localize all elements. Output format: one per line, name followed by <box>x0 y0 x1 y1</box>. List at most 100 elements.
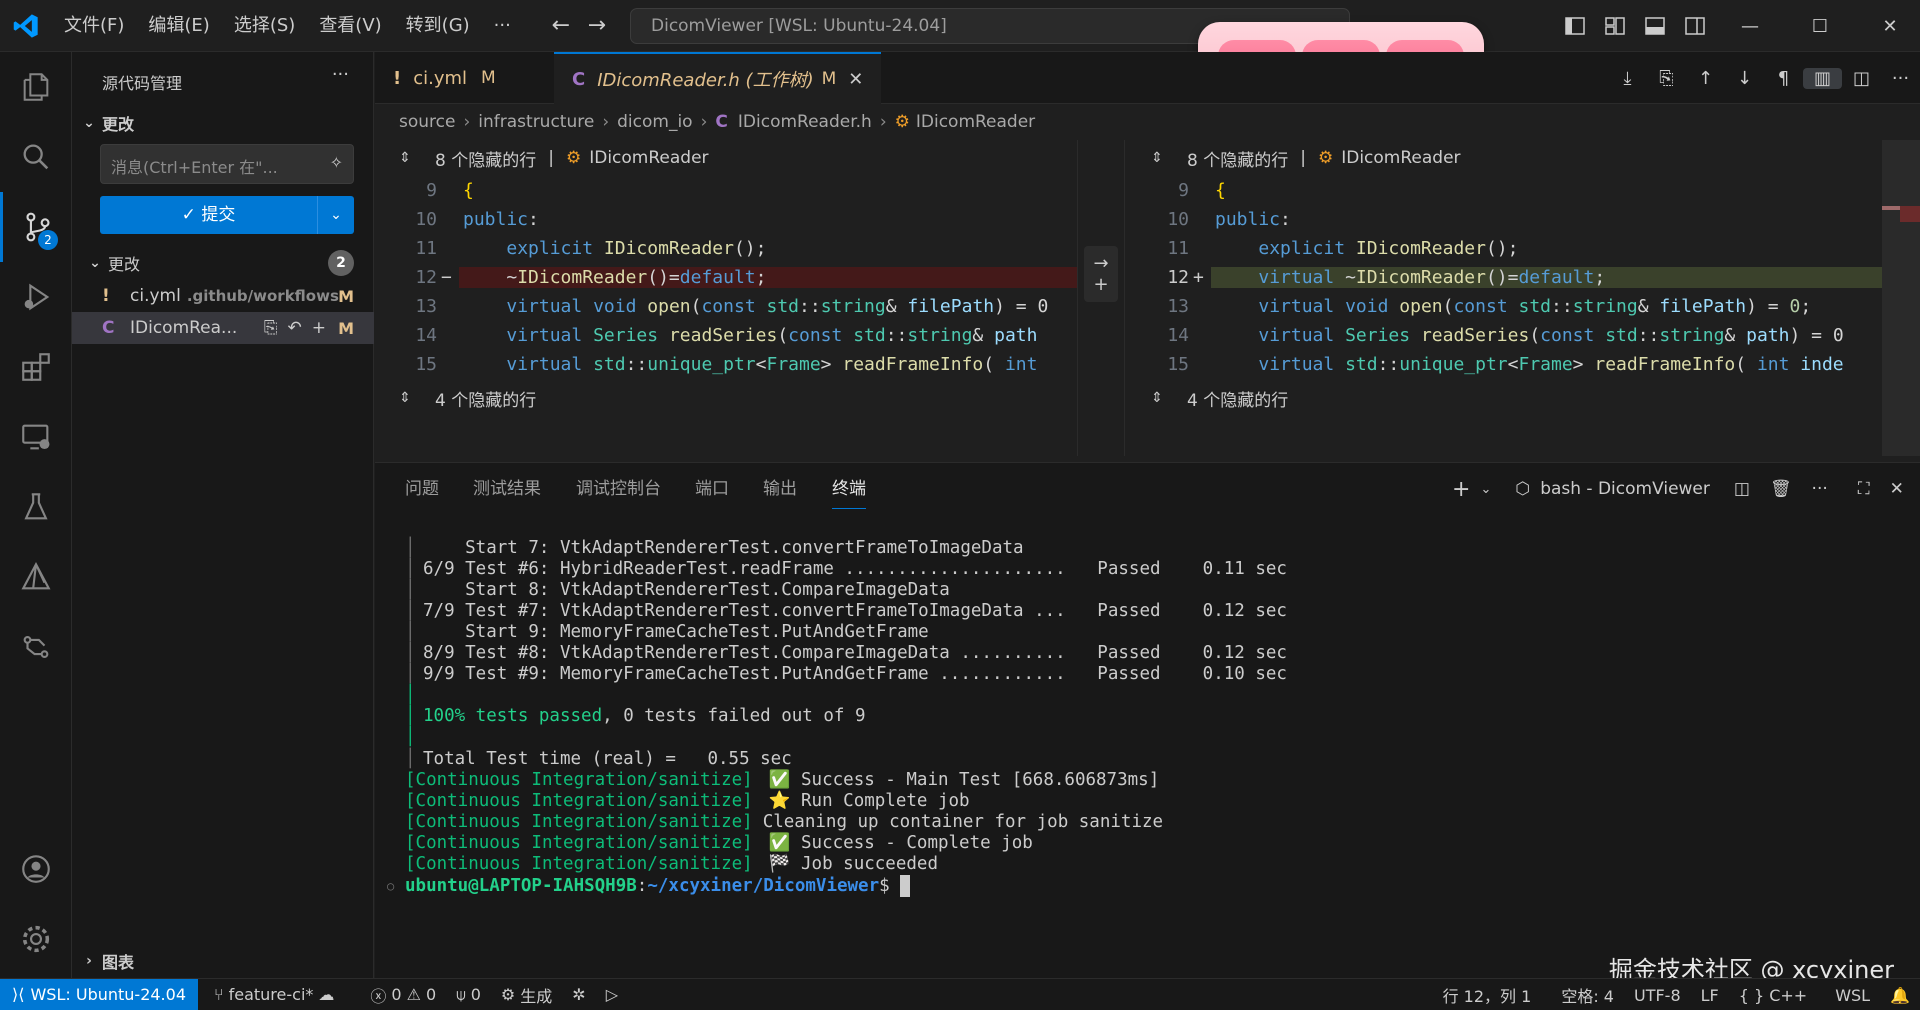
tab-output[interactable]: 输出 <box>763 463 797 515</box>
commit-message-input[interactable]: 消息(Ctrl+Enter 在"... ✧ <box>100 144 354 184</box>
menu-edit[interactable]: 编辑(E) <box>136 0 221 52</box>
graph-section-header[interactable]: › 图表 <box>72 946 134 976</box>
explorer-icon[interactable] <box>0 52 72 122</box>
run-debug-icon[interactable] <box>0 262 72 332</box>
terminal-output[interactable]: │ Start 7: VtkAdaptRendererTest.convertF… <box>375 515 1920 979</box>
indentation[interactable]: 空格: 4 <box>1551 983 1624 1007</box>
wsl-indicator[interactable]: WSL <box>1825 986 1880 1005</box>
more-actions-icon[interactable]: ··· <box>1812 479 1828 499</box>
run-play-icon[interactable]: ▷ <box>596 985 628 1004</box>
hidden-lines-top[interactable]: ⇕ 8 个隐藏的行 | ⚙ IDicomReader <box>1127 140 1460 176</box>
menu-go[interactable]: 转到(G) <box>394 0 482 52</box>
breadcrumb-item[interactable]: IDicomReader <box>916 112 1035 132</box>
previous-change-arrow-up-icon[interactable]: ↑ <box>1686 68 1725 89</box>
stage-file-icon[interactable]: ⤓ <box>1608 68 1647 89</box>
changes-section-header[interactable]: ⌄ 更改 <box>72 108 134 138</box>
diff-original-pane[interactable]: ⇕ 8 个隐藏的行 | ⚙ IDicomReader 9{ 10 public: … <box>375 140 1077 456</box>
close-panel-icon[interactable]: ✕ <box>1890 479 1904 499</box>
split-terminal-icon[interactable]: ◫ <box>1734 479 1750 499</box>
stage-change-plus-icon[interactable]: + <box>1093 274 1108 295</box>
minimize-icon[interactable]: — <box>1715 0 1785 52</box>
expand-fold-icon[interactable]: ⇕ <box>1127 150 1187 166</box>
changed-file-row[interactable]: ! ci.yml .github/workflows M <box>72 280 374 312</box>
tab-idicomreader-h[interactable]: C IDicomReader.h (工作树) M ✕ <box>554 52 882 104</box>
generate-message-sparkle-icon[interactable]: ✧ <box>330 153 343 172</box>
language-mode[interactable]: { } C++ <box>1729 986 1817 1005</box>
toggle-secondary-sidebar-icon[interactable] <box>1675 0 1715 52</box>
toggle-primary-sidebar-icon[interactable] <box>1555 0 1595 52</box>
toggle-panel-icon[interactable] <box>1635 0 1675 52</box>
breadcrumb-item[interactable]: source <box>399 112 455 132</box>
back-arrow-icon[interactable]: ← <box>543 13 579 38</box>
remote-explorer-icon[interactable] <box>0 402 72 472</box>
commit-button[interactable]: ✓ 提交 ⌄ <box>100 196 354 234</box>
more-actions-icon[interactable]: ··· <box>1881 68 1920 89</box>
menu-view[interactable]: 查看(V) <box>307 0 393 52</box>
tab-ports[interactable]: 端口 <box>695 463 729 515</box>
tab-test-results[interactable]: 测试结果 <box>473 463 541 515</box>
hidden-lines-top[interactable]: ⇕ 8 个隐藏的行 | ⚙ IDicomReader <box>375 140 708 176</box>
expand-fold-icon[interactable]: ⇕ <box>375 150 435 166</box>
testing-icon[interactable] <box>0 472 72 542</box>
end-of-line[interactable]: LF <box>1691 986 1729 1005</box>
check-mark-icon: ✅ <box>768 833 791 853</box>
search-icon[interactable] <box>0 122 72 192</box>
commit-dropdown-chevron-icon[interactable]: ⌄ <box>318 207 354 223</box>
new-terminal-plus-icon[interactable]: + <box>1452 477 1470 502</box>
diff-modified-pane[interactable]: ⇕ 8 个隐藏的行 | ⚙ IDicomReader 9{ 10 public: … <box>1127 140 1882 456</box>
maximize-panel-icon[interactable]: ⛶ <box>1858 479 1870 499</box>
revert-change-arrow-icon[interactable]: → <box>1093 253 1108 274</box>
kill-terminal-trash-icon[interactable]: 🗑 <box>1770 479 1792 499</box>
accounts-icon[interactable] <box>0 834 72 904</box>
close-tab-icon[interactable]: ✕ <box>848 69 863 90</box>
breadcrumb-item[interactable]: infrastructure <box>478 112 594 132</box>
hidden-lines-bottom[interactable]: ⇕ 4 个隐藏的行 <box>375 380 536 416</box>
overview-ruler[interactable] <box>1882 140 1920 456</box>
maximize-icon[interactable]: ☐ <box>1785 0 1855 52</box>
notifications-bell-icon[interactable]: 🔔 <box>1880 986 1920 1005</box>
commit-button-main[interactable]: ✓ 提交 <box>100 196 318 234</box>
settings-gear-icon[interactable] <box>0 904 72 974</box>
show-whitespace-pilcrow-icon[interactable]: ¶ <box>1764 68 1803 89</box>
extensions-icon[interactable] <box>0 332 72 402</box>
open-file-icon[interactable]: ⎘ <box>264 318 278 338</box>
menu-selection[interactable]: 选择(S) <box>222 0 307 52</box>
changed-file-row-selected[interactable]: C IDicomRea... ⎘ ↶ + M <box>72 312 374 344</box>
hidden-lines-bottom[interactable]: ⇕ 4 个隐藏的行 <box>1127 380 1288 416</box>
forward-arrow-icon[interactable]: → <box>579 13 615 38</box>
build-button[interactable]: ⚙ 生成 <box>491 983 562 1007</box>
split-editor-icon[interactable]: ◫ <box>1842 68 1881 89</box>
breadcrumb-item[interactable]: dicom_io <box>617 112 692 132</box>
open-file-icon[interactable]: ⎘ <box>1647 68 1686 89</box>
expand-fold-icon[interactable]: ⇕ <box>375 390 435 406</box>
close-window-icon[interactable]: ✕ <box>1855 0 1920 52</box>
branch-indicator[interactable]: ⑂ feature-ci* ☁ <box>204 985 344 1004</box>
menu-file[interactable]: 文件(F) <box>52 0 136 52</box>
remote-indicator[interactable]: ⟩⟨ WSL: Ubuntu-24.04 <box>0 978 198 1010</box>
tab-debug-console[interactable]: 调试控制台 <box>576 463 661 515</box>
customize-layout-icon[interactable] <box>1595 0 1635 52</box>
terminal-name[interactable]: bash - DicomViewer <box>1540 479 1710 499</box>
menu-more[interactable]: ··· <box>482 0 523 52</box>
expand-fold-icon[interactable]: ⇕ <box>1127 390 1187 406</box>
cursor-position[interactable]: 行 12，列 1 <box>1433 983 1542 1007</box>
discard-changes-icon[interactable]: ↶ <box>288 318 302 338</box>
terminal-prompt-line[interactable]: ○ ubuntu@LAPTOP-IAHSQH9B: ~/xcyxiner/Dico… <box>387 873 911 899</box>
cmake-icon[interactable] <box>0 542 72 612</box>
git-graph-icon[interactable] <box>0 612 72 682</box>
stage-changes-plus-icon[interactable]: + <box>312 318 326 338</box>
toggle-minimap-icon[interactable]: ▥ <box>1803 67 1842 89</box>
tab-ci-yml[interactable]: ! ci.yml M <box>375 52 514 104</box>
tab-terminal[interactable]: 终端 <box>832 469 866 509</box>
breadcrumb-item[interactable]: IDicomReader.h <box>738 112 872 132</box>
changes-group-header[interactable]: ⌄ 更改 2 <box>72 248 374 278</box>
debug-bug-icon[interactable]: ✲ <box>562 985 595 1004</box>
source-control-icon[interactable]: 2 <box>0 192 72 262</box>
next-change-arrow-down-icon[interactable]: ↓ <box>1725 68 1764 89</box>
tab-problems[interactable]: 问题 <box>405 463 439 515</box>
ports-indicator[interactable]: ⍦ 0 <box>446 985 491 1005</box>
encoding[interactable]: UTF-8 <box>1624 986 1691 1005</box>
more-actions-icon[interactable]: ··· <box>332 64 349 85</box>
chevron-down-icon[interactable]: ⌄ <box>1480 482 1491 497</box>
problems-indicator[interactable]: ⓧ 0 ⚠ 0 <box>360 983 446 1007</box>
